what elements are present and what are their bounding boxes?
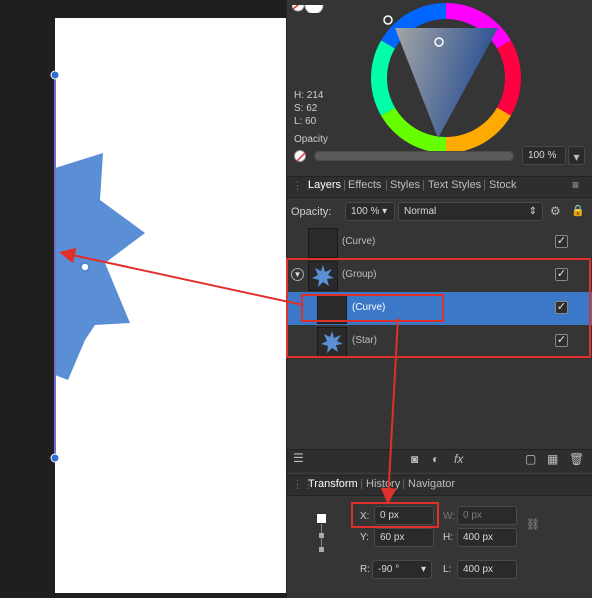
tab-stock[interactable]: Stock <box>489 179 517 191</box>
updown-icon: ⇕ <box>528 206 537 217</box>
y-field[interactable]: 60 px <box>374 528 434 547</box>
opacity-dropdown[interactable]: ▾ <box>568 146 585 165</box>
x-field[interactable]: 0 px <box>374 506 434 525</box>
handle-top <box>50 70 60 80</box>
l-label: L: <box>443 564 452 575</box>
opacity-label: Opacity <box>294 134 328 145</box>
layers-stack-icon[interactable]: ☰ <box>293 451 304 465</box>
expand-toggle-icon[interactable]: ▼ <box>291 268 304 281</box>
blend-mode-select[interactable]: Normal ⇕ <box>398 202 543 221</box>
chevron-down-icon: ▾ <box>382 206 388 217</box>
tab-separator: | <box>483 179 486 191</box>
chevron-down-icon: ▾ <box>420 564 426 575</box>
blend-mode-value: Normal <box>404 206 437 217</box>
y-label: Y: <box>360 532 369 543</box>
adjustment-icon[interactable]: ◐ <box>432 452 439 466</box>
layer-name: (Curve) <box>352 302 386 313</box>
color-swatches[interactable] <box>291 0 332 15</box>
link-icon[interactable]: ⛓ <box>526 518 540 531</box>
star-thumbnail-icon <box>312 265 334 287</box>
tab-separator: | <box>402 478 405 490</box>
anchor-point-selected[interactable] <box>317 514 326 523</box>
opacity-slider-fill <box>315 152 513 160</box>
layer-row[interactable]: (Star) ✓ <box>287 325 592 358</box>
panel-menu-icon[interactable]: ≡ <box>572 178 579 192</box>
tab-history[interactable]: History <box>366 478 400 490</box>
lock-icon[interactable]: 🔒 <box>571 204 585 217</box>
hue-readout: H: 214 <box>294 90 324 101</box>
tab-separator: | <box>422 179 425 191</box>
layer-thumbnail <box>317 294 347 324</box>
w-field[interactable]: 0 px <box>457 506 517 525</box>
add-layer-icon[interactable]: ▢ <box>525 452 536 466</box>
layer-name: (Star) <box>352 335 377 346</box>
r-label: R: <box>360 564 370 575</box>
x-label: X: <box>360 511 370 522</box>
canvas-drawing[interactable] <box>0 0 286 598</box>
anchor-point[interactable] <box>319 547 324 552</box>
tab-styles[interactable]: Styles <box>390 179 420 191</box>
no-fill-icon[interactable] <box>294 150 306 162</box>
rotation-value: -90 ° <box>378 564 400 575</box>
layer-name: (Group) <box>342 269 377 280</box>
star-thumbnail-icon <box>321 331 343 353</box>
trash-icon[interactable]: 🗑 <box>569 452 584 466</box>
tab-separator: | <box>360 478 363 490</box>
opacity-slider[interactable] <box>314 151 514 161</box>
pixel-layer-icon[interactable]: ▦ <box>547 452 558 466</box>
h-field[interactable]: 400 px <box>457 528 517 547</box>
tab-separator: | <box>385 179 388 191</box>
layer-opacity-value: 100 % <box>351 206 380 217</box>
tab-transform[interactable]: Transform <box>308 478 358 490</box>
layer-row-group[interactable]: ▼ (Group) ✓ <box>287 259 592 292</box>
mask-icon[interactable]: ◙ <box>411 452 418 466</box>
star-shape <box>55 153 145 380</box>
layer-thumbnail <box>308 261 338 291</box>
tab-layers[interactable]: Layers <box>308 179 341 191</box>
visibility-checkbox[interactable]: ✓ <box>555 334 568 347</box>
visibility-checkbox[interactable]: ✓ <box>555 268 568 281</box>
visibility-checkbox[interactable]: ✓ <box>555 235 568 248</box>
length-field[interactable]: 400 px <box>457 560 517 579</box>
w-label: W: <box>443 511 456 522</box>
anchor-point[interactable] <box>319 533 324 538</box>
handle-bottom <box>50 453 60 463</box>
tab-separator: | <box>343 179 346 191</box>
gear-icon[interactable]: ⚙ <box>550 204 561 218</box>
layer-thumbnail <box>308 228 338 258</box>
h-label: H: <box>443 532 453 543</box>
layer-opacity-label: Opacity: <box>291 206 332 218</box>
layer-row-selected[interactable]: (Curve) ✓ <box>287 292 592 325</box>
fx-icon[interactable]: fx <box>454 452 463 466</box>
opacity-value-field[interactable]: 100 % <box>522 146 566 165</box>
chevron-down-icon: ▾ <box>573 150 580 164</box>
visibility-checkbox[interactable]: ✓ <box>555 301 568 314</box>
lightness-readout: L: 60 <box>294 116 317 127</box>
layer-name: (Curve) <box>342 236 376 247</box>
tab-text-styles[interactable]: Text Styles <box>428 179 481 191</box>
rotation-field[interactable]: -90 ° ▾ <box>372 560 432 579</box>
color-wheel[interactable] <box>368 0 524 156</box>
layer-row[interactable]: (Curve) ✓ <box>287 226 592 259</box>
tab-effects[interactable]: Effects <box>348 179 381 191</box>
saturation-readout: S: 62 <box>294 103 318 114</box>
layer-thumbnail <box>317 327 347 357</box>
tab-navigator[interactable]: Navigator <box>408 478 455 490</box>
handle-center <box>80 262 90 272</box>
layer-opacity-field[interactable]: 100 % ▾ <box>345 202 395 221</box>
